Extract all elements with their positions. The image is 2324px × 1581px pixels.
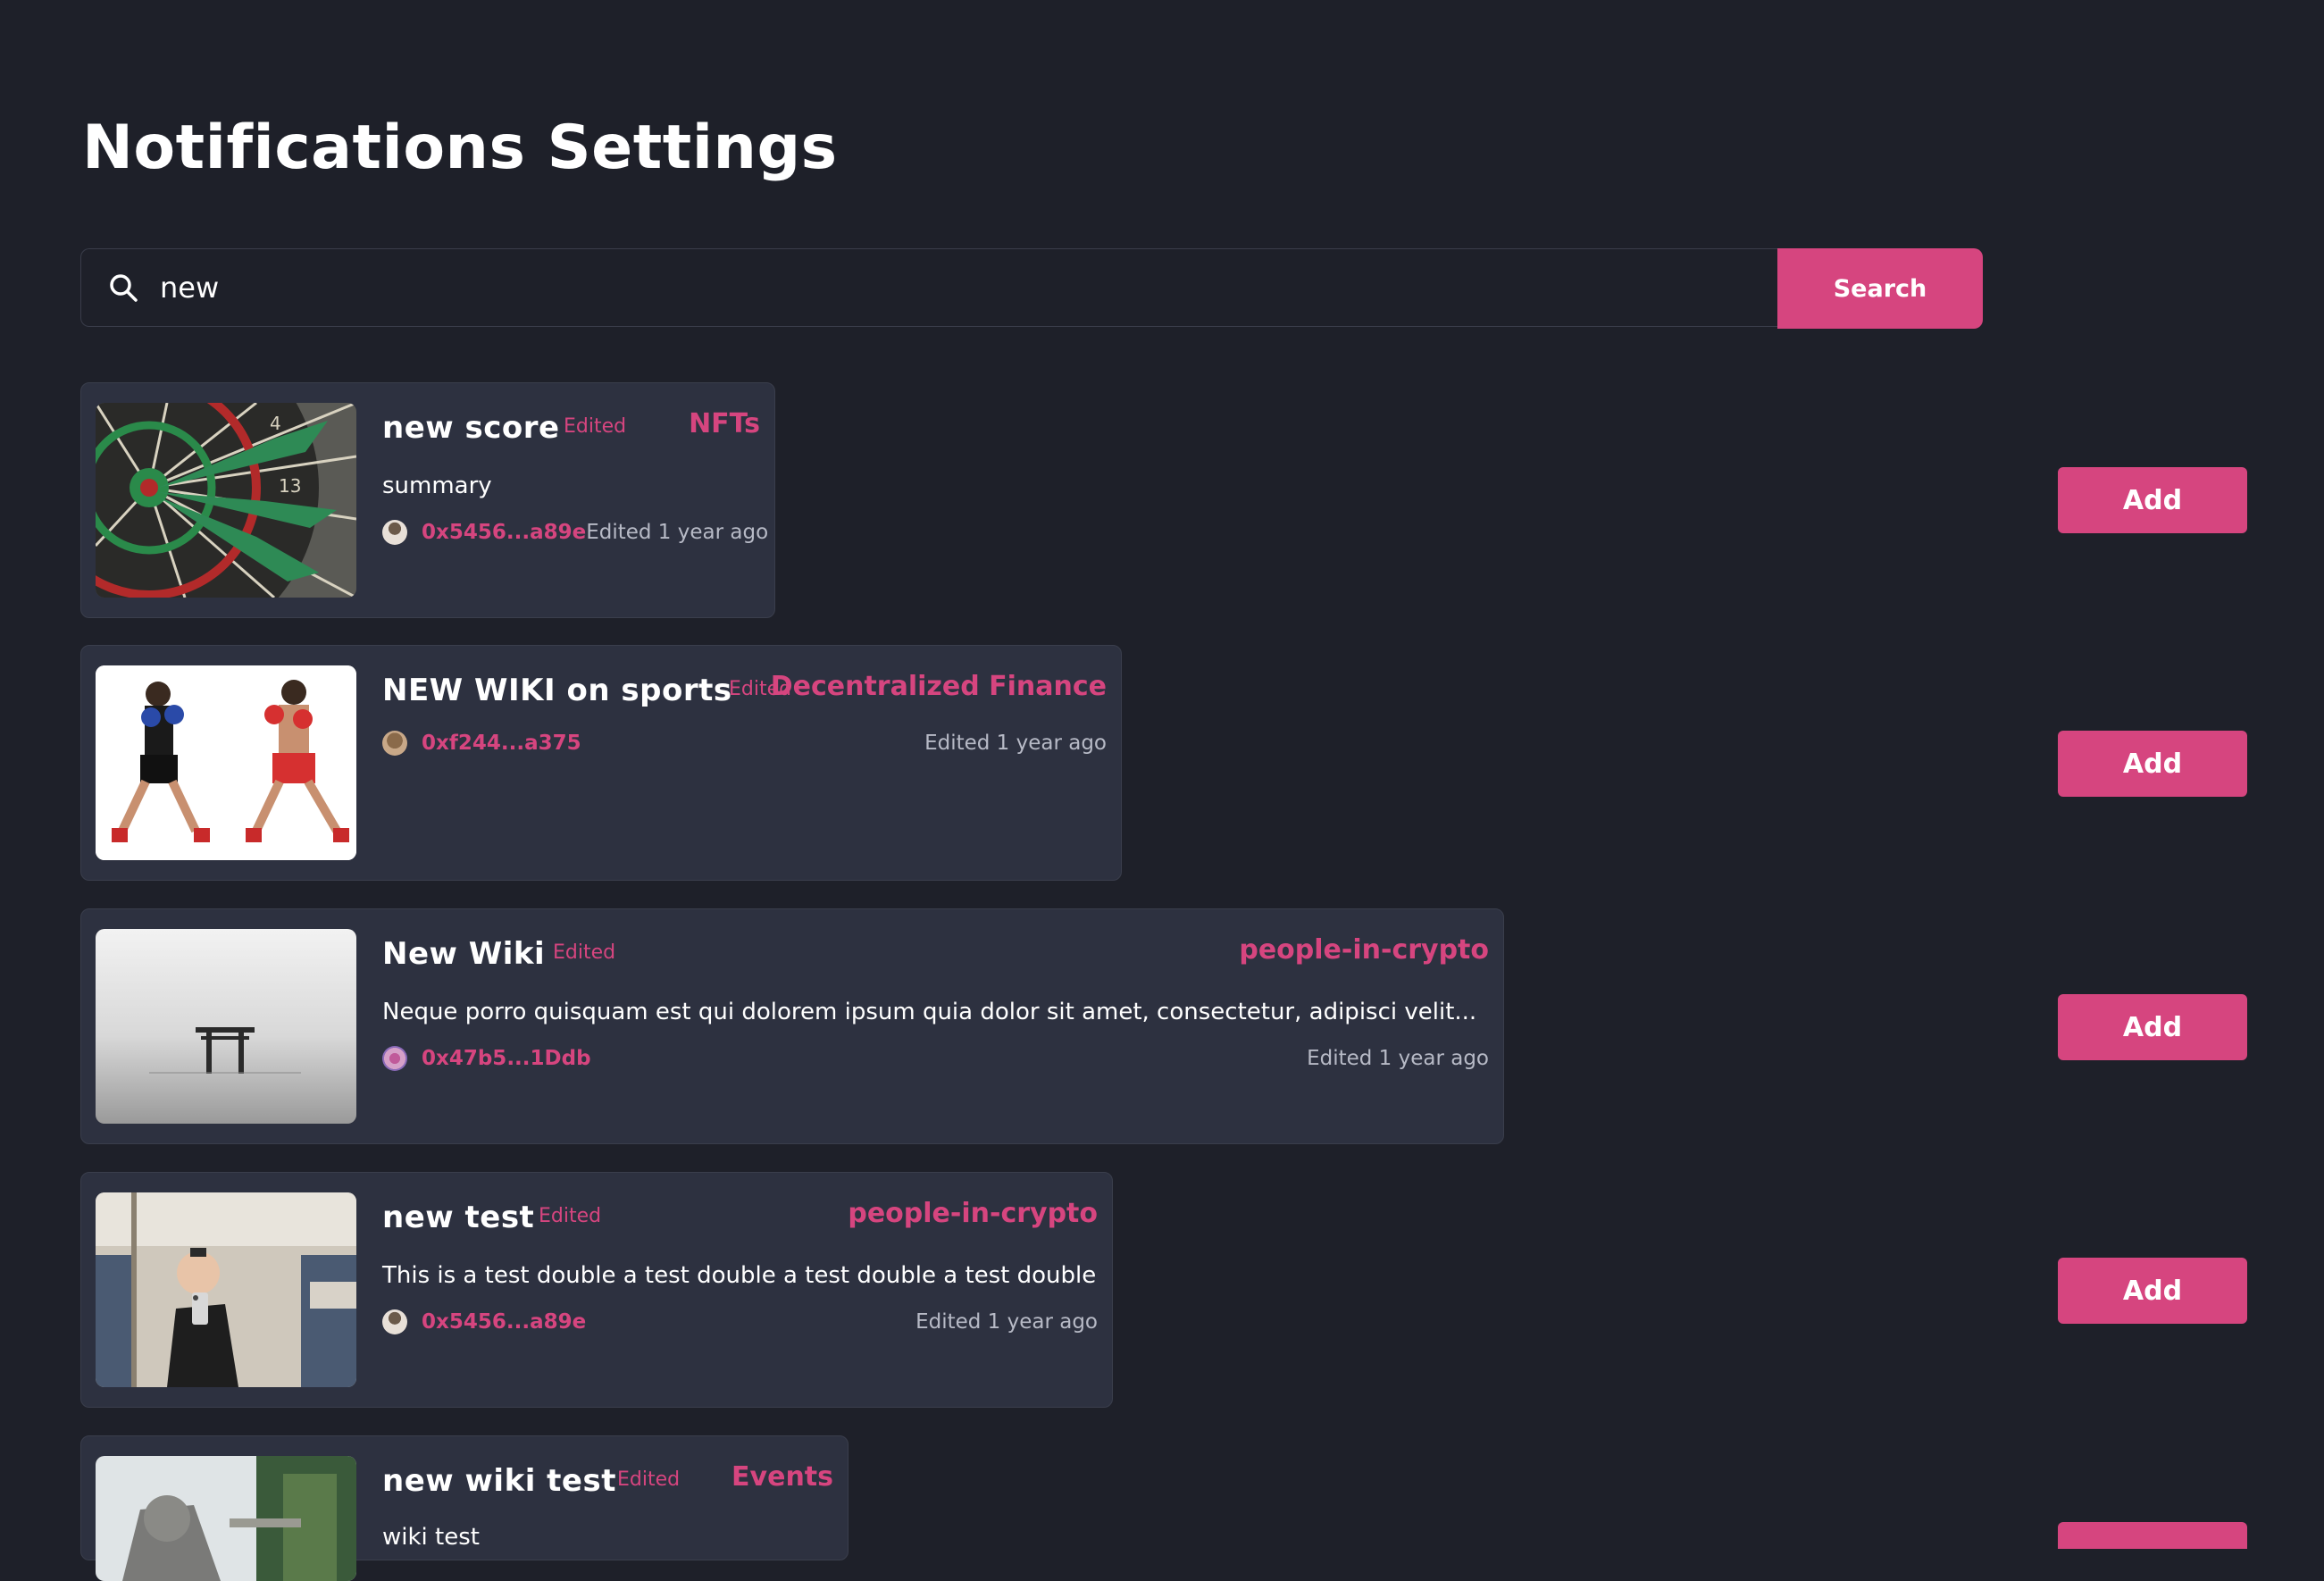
wiki-meta: 0xf244...a375 Edited 1 year ago [382,728,1107,758]
edited-time: Edited 1 year ago [586,521,769,544]
search-input[interactable] [160,252,1777,323]
author-address[interactable]: 0x5456...a89e [422,521,586,544]
edited-tag: Edited [617,1468,681,1491]
avatar [382,1046,407,1071]
edited-tag: Edited [564,415,627,438]
add-button[interactable]: Add [2058,1258,2247,1324]
wiki-summary: Neque porro quisquam est qui dolorem ips… [382,999,1477,1025]
wiki-card[interactable]: new test Edited people-in-crypto This is… [80,1172,1113,1408]
wiki-summary: summary [382,473,492,499]
edited-time: Edited 1 year ago [924,732,1107,755]
add-button[interactable]: Add [2058,731,2247,797]
author-address[interactable]: 0xf244...a375 [422,732,581,755]
wiki-title[interactable]: new wiki test [382,1463,616,1499]
notifications-settings-page: Notifications Settings Search [0,0,2324,1581]
svg-text:4: 4 [270,413,281,434]
dartboard-image: 4 13 [96,403,356,598]
author-address[interactable]: 0x47b5...1Ddb [422,1047,591,1070]
add-button[interactable]: Add [2058,994,2247,1060]
page-title: Notifications Settings [82,113,838,183]
avatar [382,731,407,756]
wiki-summary: This is a test double a test double a te… [382,1262,1097,1289]
svg-text:13: 13 [279,475,301,497]
wiki-meta: 0x5456...a89e Edited 1 year ago [382,517,768,548]
add-button[interactable]: Add [2058,467,2247,533]
wiki-title[interactable]: NEW WIKI on sports [382,673,732,708]
edited-tag: Edited [553,941,616,964]
edited-tag: Edited [539,1205,602,1227]
wiki-card[interactable]: 4 13 new score Edited NFTs summary 0x545… [80,382,775,618]
child-selfie-image [96,1192,356,1387]
search-bar: Search [80,248,1983,329]
wiki-title[interactable]: new test [382,1200,534,1235]
wiki-category[interactable]: NFTs [689,408,760,439]
edited-time: Edited 1 year ago [1307,1047,1489,1070]
wiki-category[interactable]: Events [731,1461,833,1493]
search-button[interactable]: Search [1777,248,1983,329]
stone-statue-image [96,1456,356,1581]
torii-gate-image [96,929,356,1124]
avatar [382,520,407,545]
search-box[interactable] [80,248,1777,327]
author-address[interactable]: 0x5456...a89e [422,1310,586,1334]
wiki-meta: 0x5456...a89e Edited 1 year ago [382,1307,1098,1337]
wiki-category[interactable]: Decentralized Finance [771,671,1107,702]
edited-time: Edited 1 year ago [915,1310,1098,1334]
boxers-image [96,665,356,860]
wiki-category[interactable]: people-in-crypto [848,1198,1098,1229]
avatar [382,1309,407,1334]
wiki-category[interactable]: people-in-crypto [1239,934,1489,966]
wiki-card[interactable]: NEW WIKI on sports Edited Decentralized … [80,645,1122,881]
search-icon [108,272,138,303]
wiki-summary: wiki test [382,1524,480,1551]
wiki-card[interactable]: new wiki test Edited Events wiki test [80,1435,849,1581]
wiki-title[interactable]: New Wiki [382,936,545,972]
wiki-title[interactable]: new score [382,410,560,446]
wiki-card[interactable]: New Wiki Edited people-in-crypto Neque p… [80,908,1504,1144]
wiki-meta: 0x47b5...1Ddb Edited 1 year ago [382,1043,1489,1074]
